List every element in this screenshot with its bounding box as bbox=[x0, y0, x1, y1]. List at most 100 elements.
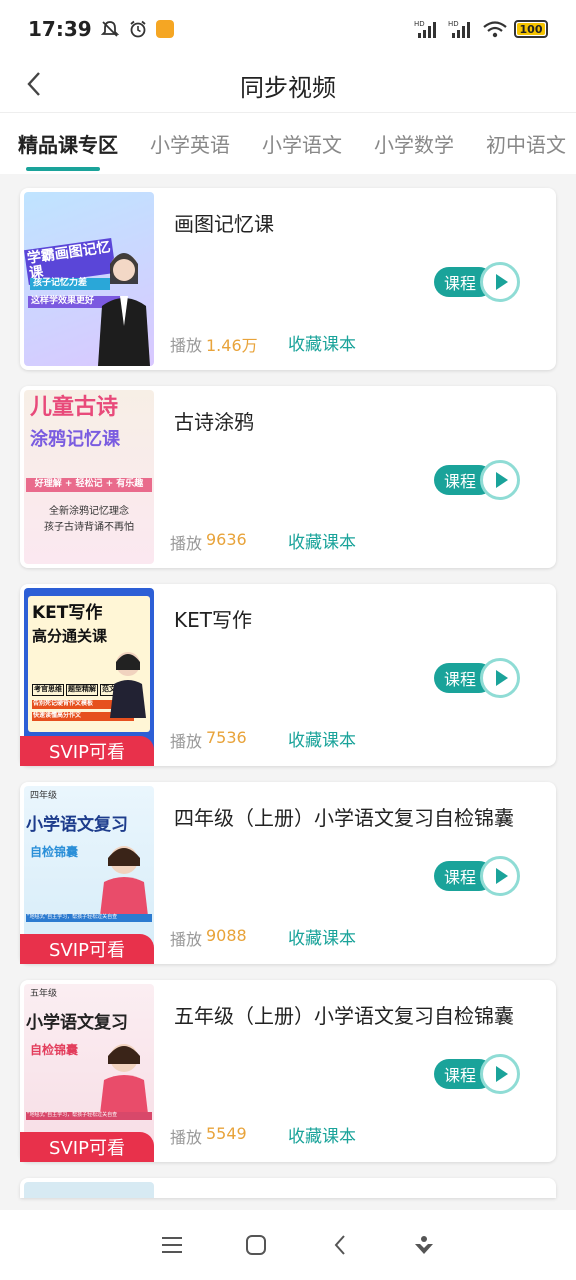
status-icons-right: HD HD 100 bbox=[414, 19, 548, 39]
thumbnail-title: 涂鸦记忆课 bbox=[30, 429, 120, 450]
teacher-photo bbox=[110, 652, 146, 718]
teacher-photo bbox=[100, 846, 148, 916]
menu-icon bbox=[162, 1237, 182, 1253]
course-title: 五年级（上册）小学语文复习自检锦囊 bbox=[174, 1004, 514, 1028]
thumbnail-title: 小学语文复习 bbox=[26, 815, 128, 835]
thumbnail-grade: 四年级 bbox=[30, 791, 58, 801]
status-bar: 17:39 HD HD 100 bbox=[0, 0, 576, 58]
play-count-label: 播放 bbox=[170, 930, 203, 949]
collect-textbook-link[interactable]: 收藏课本 bbox=[288, 330, 356, 355]
course-title: 四年级（上册）小学语文复习自检锦囊 bbox=[174, 806, 514, 830]
thumbnail-tag: 题型精解 bbox=[66, 684, 98, 696]
alarm-icon bbox=[130, 20, 146, 38]
course-button[interactable]: 课程 bbox=[434, 1054, 520, 1094]
tab-premium-courses[interactable]: 精品课专区 bbox=[0, 113, 118, 174]
play-count: 7536 bbox=[206, 728, 247, 747]
battery-icon: 100 bbox=[514, 20, 548, 38]
hd-signal-icon: HD bbox=[448, 20, 470, 38]
thumbnail-title: 高分通关课 bbox=[32, 627, 108, 645]
hd-signal-icon: HD bbox=[414, 20, 436, 38]
course-button[interactable]: 课程 bbox=[434, 658, 520, 698]
svg-text:HD: HD bbox=[414, 20, 425, 28]
thumbnail-title: KET写作 bbox=[32, 603, 103, 623]
play-icon bbox=[480, 856, 520, 896]
play-icon bbox=[480, 658, 520, 698]
tab-junior-chinese[interactable]: 初中语文 bbox=[468, 113, 566, 174]
thumbnail-caption: “地毯式”自主学习，帮孩子轻松过关自查 bbox=[26, 914, 152, 922]
play-count: 9088 bbox=[206, 926, 247, 945]
thumbnail-subtitle: 孩子古诗背诵不再怕 bbox=[44, 522, 134, 533]
home-square-icon bbox=[246, 1235, 266, 1255]
back-button[interactable] bbox=[16, 66, 52, 102]
course-card[interactable]: 四年级 小学语文复习 自检锦囊 “地毯式”自主学习，帮孩子轻松过关自查 SVIP… bbox=[20, 782, 556, 964]
svip-badge: SVIP可看 bbox=[20, 1132, 154, 1162]
play-icon bbox=[480, 1054, 520, 1094]
home-button[interactable] bbox=[238, 1227, 274, 1263]
svip-badge: SVIP可看 bbox=[20, 934, 154, 964]
app-notification-icon bbox=[155, 20, 174, 38]
course-card[interactable]: KET写作 高分通关课 考官思维 题型精解 范文分析 告别死记硬背作文模板 快速… bbox=[20, 584, 556, 766]
system-nav-bar bbox=[0, 1210, 576, 1280]
play-count: 9636 bbox=[206, 530, 247, 549]
back-triangle-icon bbox=[334, 1235, 345, 1255]
category-tabs: 精品课专区 小学英语 小学语文 小学数学 初中语文 bbox=[0, 112, 576, 174]
play-count-label: 播放 bbox=[170, 534, 203, 553]
play-count-label: 播放 bbox=[170, 336, 203, 355]
tab-label: 精品课专区 bbox=[18, 133, 118, 157]
tab-label: 小学数学 bbox=[374, 133, 454, 157]
wifi-icon bbox=[483, 21, 507, 38]
course-thumbnail bbox=[24, 1182, 154, 1198]
thumbnail-subtitle: 全新涂鸦记忆理念 bbox=[49, 506, 129, 517]
status-time: 17:39 bbox=[28, 17, 92, 41]
course-card[interactable]: 学霸画图记忆课 孩子记忆力差 这样学效果更好 画图记忆课 课程 播放 1.46万… bbox=[20, 188, 556, 370]
thumbnail-grade: 五年级 bbox=[30, 989, 58, 999]
thumbnail-subtitle: 好理解 + 轻松记 + 有乐趣 bbox=[26, 478, 152, 492]
assistant-icon bbox=[415, 1236, 433, 1254]
app-root: 17:39 HD HD 100 同步视频 精品课专区 小学英语 小学语文 小学数… bbox=[0, 0, 576, 1280]
collect-textbook-link[interactable]: 收藏课本 bbox=[288, 726, 356, 751]
tab-label: 小学英语 bbox=[150, 133, 230, 157]
bell-off-icon bbox=[100, 21, 119, 37]
thumbnail-caption: “地毯式”自主学习，帮孩子轻松过关自查 bbox=[26, 1112, 152, 1120]
page-title: 同步视频 bbox=[240, 73, 336, 102]
thumbnail-title: 儿童古诗 bbox=[30, 395, 119, 420]
course-list: 学霸画图记忆课 孩子记忆力差 这样学效果更好 画图记忆课 课程 播放 1.46万… bbox=[20, 188, 556, 1198]
tab-label: 初中语文 bbox=[486, 133, 566, 157]
play-count: 5549 bbox=[206, 1124, 247, 1143]
course-card[interactable]: 五年级 小学语文复习 自检锦囊 “地毯式”自主学习，帮孩子轻松过关自查 SVIP… bbox=[20, 980, 556, 1162]
course-title: KET写作 bbox=[174, 608, 252, 632]
tab-primary-math[interactable]: 小学数学 bbox=[356, 113, 454, 174]
collect-textbook-link[interactable]: 收藏课本 bbox=[288, 1122, 356, 1147]
collect-textbook-link[interactable]: 收藏课本 bbox=[288, 924, 356, 949]
course-button[interactable]: 课程 bbox=[434, 856, 520, 896]
svg-text:HD: HD bbox=[448, 20, 459, 28]
course-title: 古诗涂鸦 bbox=[174, 410, 254, 434]
menu-button[interactable] bbox=[154, 1227, 190, 1263]
header: 同步视频 bbox=[0, 58, 576, 112]
status-icons-left bbox=[100, 19, 174, 39]
tab-primary-english[interactable]: 小学英语 bbox=[132, 113, 230, 174]
teacher-photo bbox=[98, 253, 150, 366]
course-thumbnail: 儿童古诗 涂鸦记忆课 好理解 + 轻松记 + 有乐趣 全新涂鸦记忆理念 孩子古诗… bbox=[24, 390, 154, 564]
course-card[interactable]: 儿童古诗 涂鸦记忆课 好理解 + 轻松记 + 有乐趣 全新涂鸦记忆理念 孩子古诗… bbox=[20, 386, 556, 568]
chevron-left-icon bbox=[27, 72, 40, 96]
play-icon bbox=[480, 262, 520, 302]
course-title: 画图记忆课 bbox=[174, 212, 274, 236]
tab-primary-chinese[interactable]: 小学语文 bbox=[244, 113, 342, 174]
course-button[interactable]: 课程 bbox=[434, 460, 520, 500]
play-count-label: 播放 bbox=[170, 1128, 203, 1147]
svip-badge: SVIP可看 bbox=[20, 736, 154, 766]
system-back-button[interactable] bbox=[322, 1227, 358, 1263]
teacher-photo bbox=[100, 1044, 148, 1114]
play-count-label: 播放 bbox=[170, 732, 203, 751]
play-icon bbox=[480, 460, 520, 500]
course-card-partial[interactable] bbox=[20, 1178, 556, 1198]
collect-textbook-link[interactable]: 收藏课本 bbox=[288, 528, 356, 553]
course-button[interactable]: 课程 bbox=[434, 262, 520, 302]
course-thumbnail: 学霸画图记忆课 孩子记忆力差 这样学效果更好 bbox=[24, 192, 154, 366]
play-count: 1.46万 bbox=[206, 336, 258, 355]
assistant-button[interactable] bbox=[406, 1227, 442, 1263]
thumbnail-title: 小学语文复习 bbox=[26, 1013, 128, 1033]
thumbnail-tag: 考官思维 bbox=[32, 684, 64, 696]
tab-label: 小学语文 bbox=[262, 133, 342, 157]
